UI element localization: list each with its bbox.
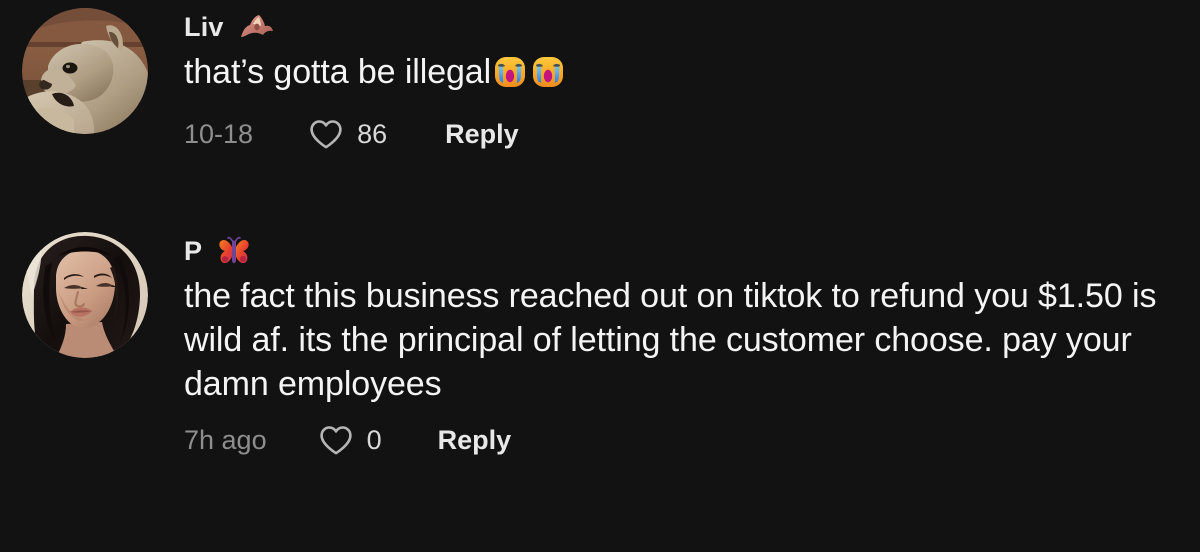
comment-body: Liv that’s gotta be illegal 10-18 86 Rep… <box>184 8 567 152</box>
comment-text: that’s gotta be illegal <box>184 50 567 100</box>
comment-text-content: that’s gotta be illegal <box>184 53 492 91</box>
heart-icon <box>319 425 352 454</box>
avatar[interactable] <box>22 8 148 134</box>
comment-meta: 10-18 86 Reply <box>184 116 567 152</box>
comment-thread: Liv that’s gotta be illegal 10-18 86 Rep… <box>0 0 1200 552</box>
comment-item: P the fact this business reached out on … <box>22 232 1200 458</box>
loudly-crying-face-emoji <box>493 55 527 100</box>
comment-item: Liv that’s gotta be illegal 10-18 86 Rep… <box>22 8 567 152</box>
like-count: 0 <box>366 424 382 455</box>
like-count: 86 <box>357 118 388 149</box>
bat-emoji <box>240 14 274 40</box>
username[interactable]: P <box>184 237 202 265</box>
wolf-pup-photo <box>22 8 148 134</box>
like-button[interactable]: 0 <box>319 425 382 456</box>
loudly-crying-face-emoji <box>531 55 565 100</box>
avatar[interactable] <box>22 232 148 358</box>
comment-header: Liv <box>184 10 567 44</box>
like-button[interactable]: 86 <box>309 119 387 150</box>
comment-text: the fact this business reached out on ti… <box>184 277 1157 403</box>
person-portrait-photo <box>22 232 148 358</box>
comment-meta: 7h ago 0 Reply <box>184 422 1200 458</box>
username[interactable]: Liv <box>184 13 224 41</box>
butterfly-emoji <box>218 236 250 266</box>
comment-date: 7h ago <box>184 424 267 455</box>
comment-header: P <box>184 234 1200 268</box>
comment-date: 10-18 <box>184 118 254 149</box>
reply-button[interactable]: Reply <box>438 426 512 454</box>
reply-button[interactable]: Reply <box>445 120 519 148</box>
comment-body: P the fact this business reached out on … <box>184 232 1200 458</box>
heart-icon <box>310 119 342 148</box>
